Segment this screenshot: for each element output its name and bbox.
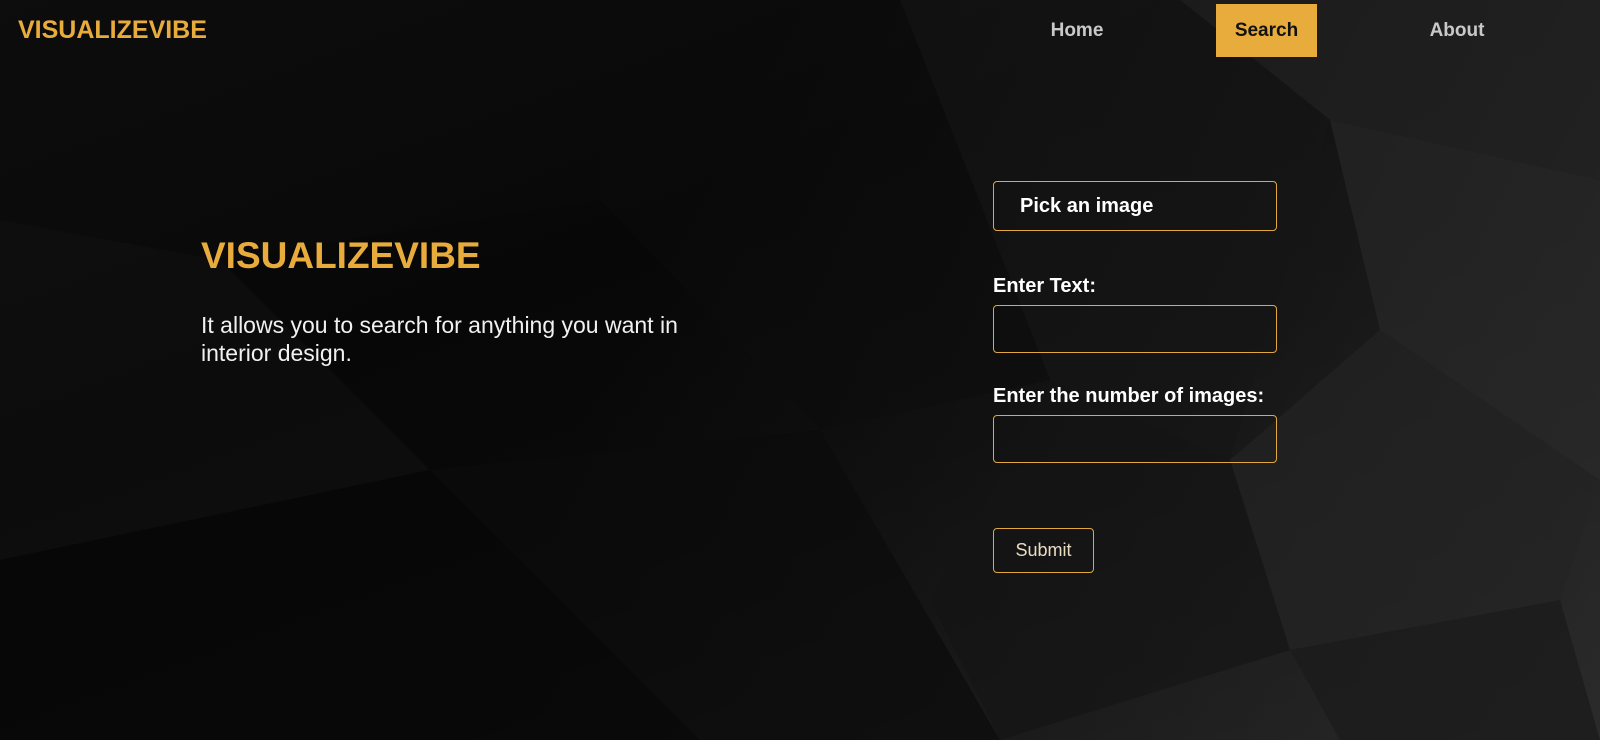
page: VISUALIZEVIBE Home Search About VISUALIZ… bbox=[0, 0, 1600, 740]
image-count-label: Enter the number of images: bbox=[993, 385, 1265, 407]
text-field-label: Enter Text: bbox=[993, 275, 1096, 297]
background-geometric-pattern bbox=[0, 0, 1600, 740]
pick-image-button[interactable]: Pick an image bbox=[993, 181, 1277, 231]
submit-button[interactable]: Submit bbox=[993, 528, 1094, 573]
hero-section: VISUALIZEVIBE It allows you to search fo… bbox=[201, 235, 761, 368]
hero-description: It allows you to search for anything you… bbox=[201, 311, 678, 367]
nav-search-link[interactable]: Search bbox=[1216, 4, 1317, 57]
hero-title: VISUALIZEVIBE bbox=[201, 235, 481, 276]
nav-about-link[interactable]: About bbox=[1410, 4, 1504, 57]
brand-logo[interactable]: VISUALIZEVIBE bbox=[18, 16, 207, 45]
text-input[interactable] bbox=[993, 305, 1277, 353]
nav-home-link[interactable]: Home bbox=[1030, 4, 1124, 57]
image-count-input[interactable] bbox=[993, 415, 1277, 463]
top-navbar: VISUALIZEVIBE Home Search About bbox=[0, 0, 1600, 60]
